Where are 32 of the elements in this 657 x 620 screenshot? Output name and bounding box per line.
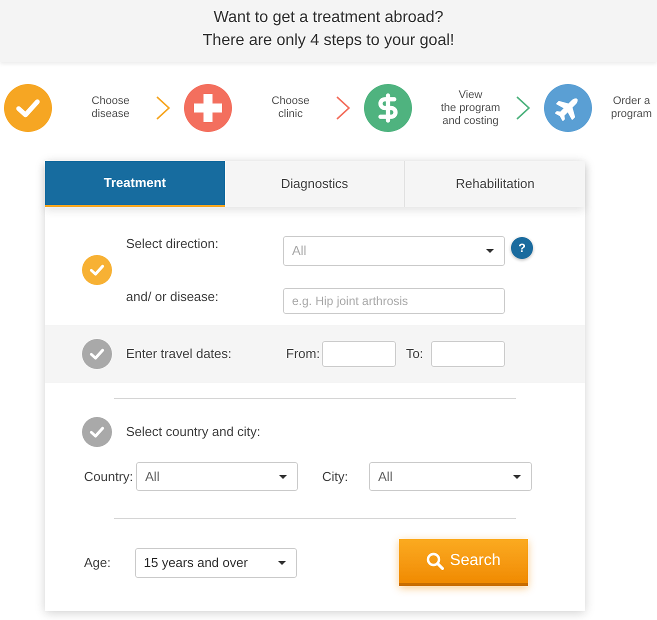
search-icon <box>426 552 444 570</box>
field-label: From: <box>286 345 320 364</box>
chevron-icon <box>516 96 530 120</box>
city-select[interactable]: All <box>369 462 532 491</box>
help-button[interactable]: ? <box>511 237 533 259</box>
caret-icon <box>513 474 522 478</box>
age-select[interactable]: 15 years and over <box>134 548 297 578</box>
caret-icon <box>486 249 494 253</box>
tab[interactable]: Diagnostics <box>224 161 404 207</box>
header-title: Want to get a treatment abroad? There are only 4 steps to your goal! <box>202 8 454 51</box>
disease-field[interactable]: e.g. Hip joint arthrosis <box>283 288 505 314</box>
caret-icon <box>278 560 286 564</box>
field-label: Age: <box>84 554 111 572</box>
field-label: Country: <box>84 468 134 486</box>
country-select[interactable]: All <box>136 462 298 491</box>
step-label: Order a program <box>611 95 652 121</box>
chevron-icon <box>336 96 350 120</box>
chevron-icon <box>156 96 170 120</box>
field-label: Select direction: <box>126 236 218 252</box>
field-label: To: <box>406 345 424 364</box>
field-label: Select country and city: <box>126 423 260 442</box>
tab[interactable]: Rehabilitation <box>404 161 586 207</box>
step-label: View the program and costing <box>440 88 500 128</box>
field-label: Enter travel dates: <box>126 345 232 364</box>
step-label: Choose disease <box>92 95 130 121</box>
tab[interactable]: Treatment <box>45 161 225 207</box>
field-label: and/ or disease: <box>126 289 219 305</box>
caret-icon <box>279 474 288 478</box>
date-field[interactable] <box>431 341 506 367</box>
field-label: City: <box>322 468 348 486</box>
step-label: Choose clinic <box>272 95 310 121</box>
date-field[interactable] <box>322 341 396 367</box>
